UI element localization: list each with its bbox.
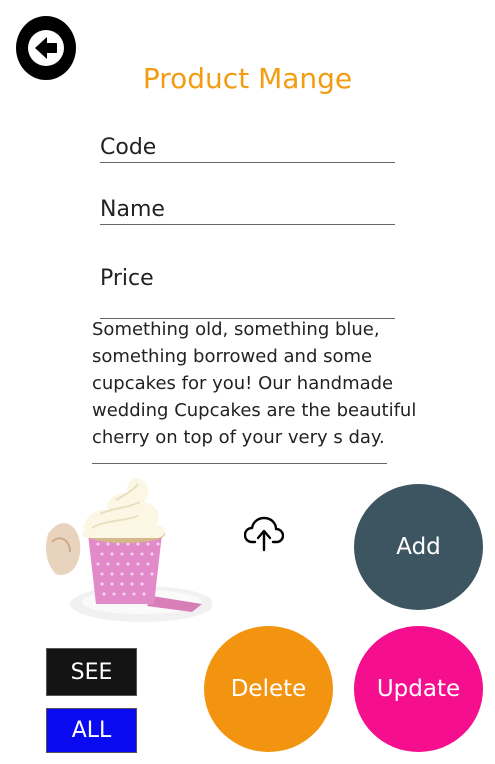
delete-button[interactable]: Delete — [204, 626, 333, 752]
code-field[interactable] — [100, 132, 395, 163]
description-field[interactable]: Something old, something blue, something… — [92, 316, 422, 451]
page-title: Product Mange — [142, 62, 353, 95]
add-button[interactable]: Add — [354, 484, 483, 610]
cupcake-image — [46, 478, 212, 622]
cloud-upload-icon[interactable] — [244, 516, 284, 552]
see-button[interactable]: SEE — [46, 648, 137, 696]
price-field[interactable] — [100, 256, 395, 319]
name-field[interactable] — [100, 194, 395, 225]
update-button[interactable]: Update — [354, 626, 483, 752]
all-button[interactable]: ALL — [46, 708, 137, 753]
